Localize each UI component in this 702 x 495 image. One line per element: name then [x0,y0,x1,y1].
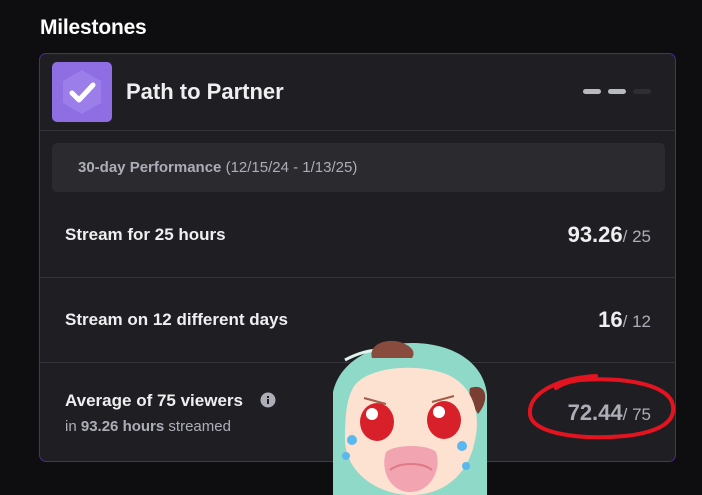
goal-sub-suffix: streamed [168,418,231,435]
goal-current: 72.44 [567,400,623,425]
progress-step [633,89,651,94]
goal-row-days: Stream on 12 different days 16/ 12 [40,277,675,363]
milestone-card: Path to Partner 30-day Performance (12/1… [39,53,676,462]
card-header: Path to Partner [40,54,675,131]
goal-value: 93.26/ 25 [568,222,651,248]
progress-steps [583,89,651,94]
checkmark-shield-icon [52,62,112,122]
goal-current: 93.26 [567,222,623,247]
card-title: Path to Partner [126,79,284,104]
goal-target: / 75 [622,405,651,424]
performance-range: (12/15/24 - 1/13/25) [225,159,358,176]
goal-label: Stream on 12 different days [65,310,288,329]
goal-row-viewers: Average of 75 viewers in 93.26 hours str… [40,362,675,461]
goal-row-hours: Stream for 25 hours 93.26/ 25 [40,192,675,278]
goal-sub-hours: 93.26 hours [80,418,165,435]
goal-subtext: in 93.26 hours streamed [65,418,231,435]
goal-value: 72.44/ 75 [568,400,651,426]
progress-step [608,89,626,94]
goal-sub-prefix: in [65,418,77,435]
goal-target: / 25 [622,227,651,246]
performance-label: 30-day Performance [78,159,222,176]
section-title: Milestones [40,16,147,39]
goal-value: 16/ 12 [598,307,651,333]
info-icon[interactable] [260,392,276,408]
goal-label: Stream for 25 hours [65,225,226,244]
progress-step [583,89,601,94]
goal-current: 16 [598,307,623,332]
goal-target: / 12 [622,312,651,331]
goal-label: Average of 75 viewers [65,391,243,410]
performance-banner: 30-day Performance (12/15/24 - 1/13/25) [52,143,665,192]
